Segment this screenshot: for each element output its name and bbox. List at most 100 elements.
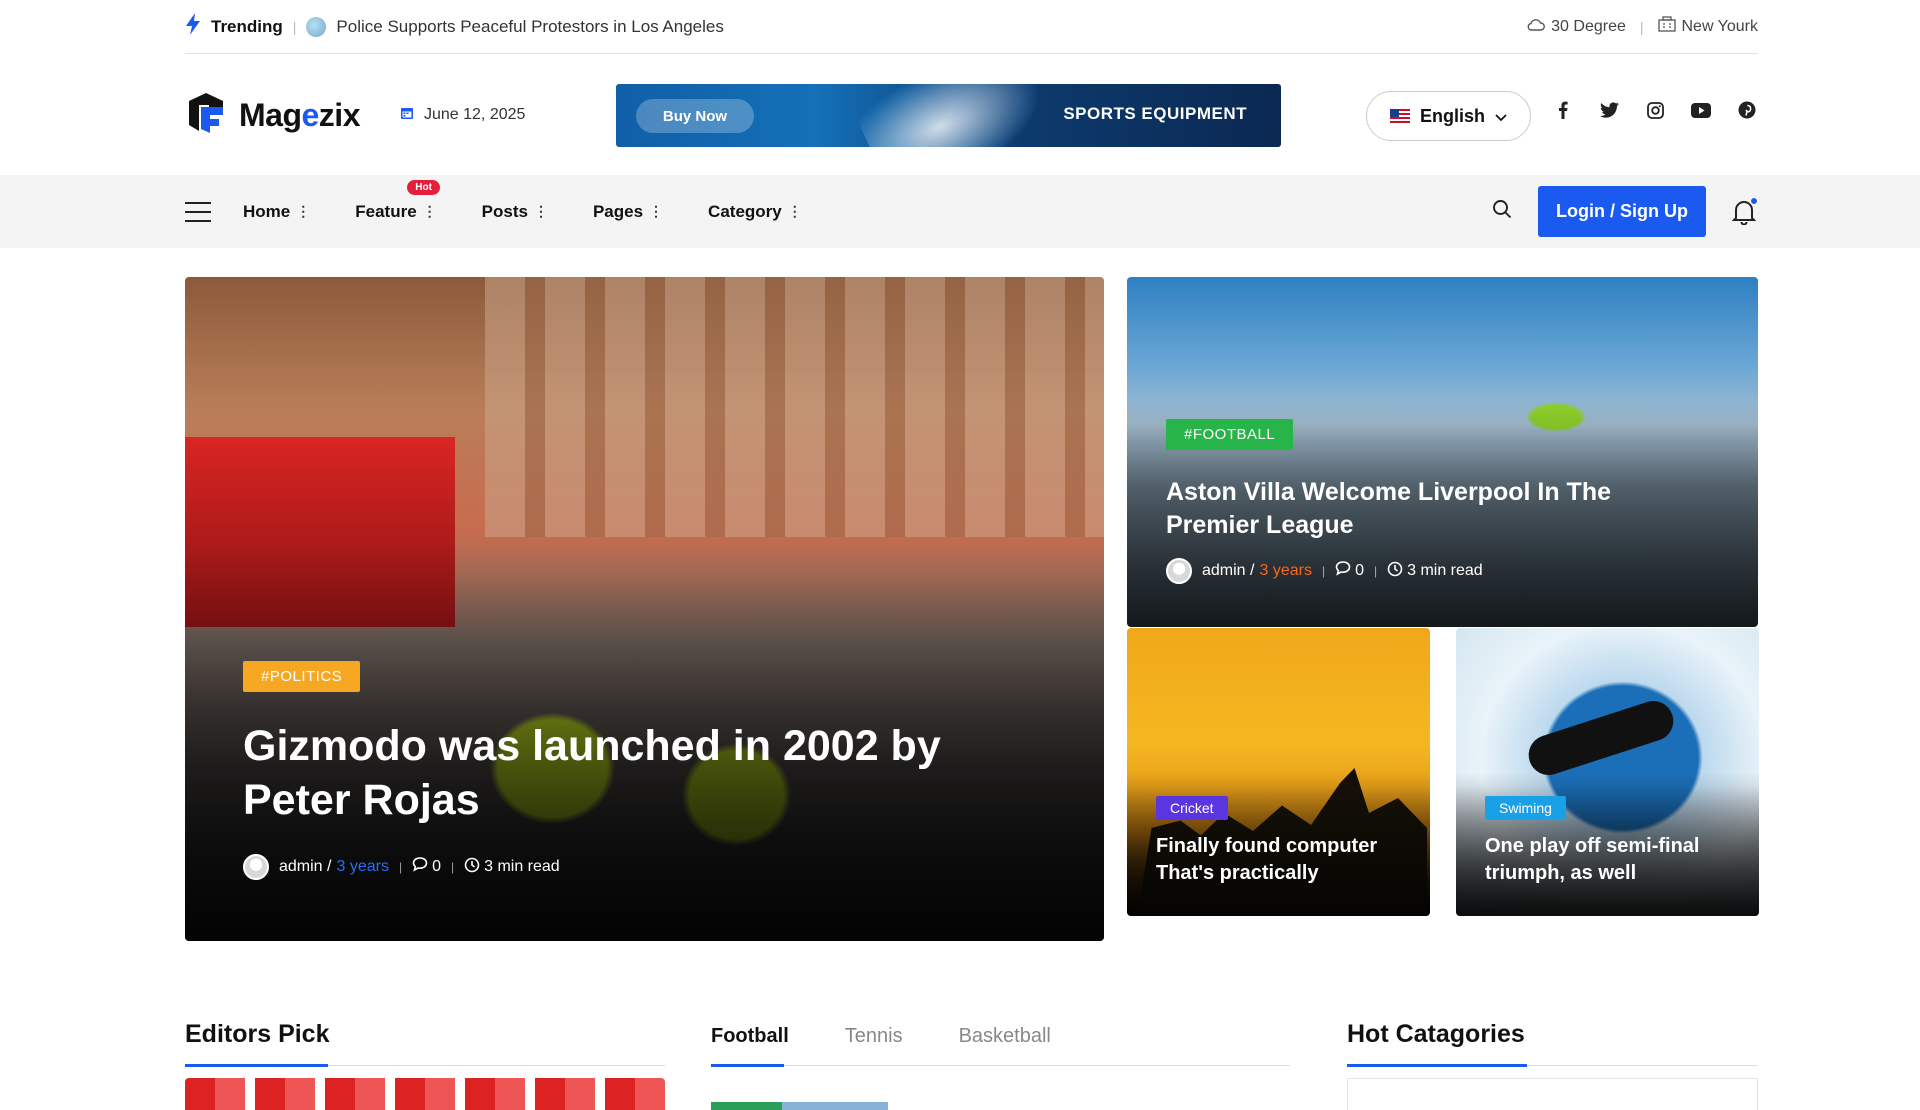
us-flag-icon [1389, 109, 1410, 123]
language-label: English [1419, 105, 1485, 126]
search-icon[interactable] [1492, 199, 1512, 224]
notification-dot [1750, 196, 1758, 205]
divider: | [398, 860, 403, 874]
nav-feature[interactable]: Hot Feature ⋮ [355, 179, 440, 222]
article-card-cricket[interactable]: Cricket Finally found computer That's pr… [1127, 628, 1430, 916]
city-text: New Yourk [1681, 17, 1759, 35]
top-right-info: 30 Degree | New Yourk [1527, 16, 1758, 37]
category-tag-cricket[interactable]: Cricket [1156, 796, 1228, 820]
time-ago: 3 years [336, 858, 389, 875]
comment-count: 0 [1355, 562, 1364, 579]
author-avatar [1166, 558, 1192, 584]
dots-vertical-icon: ⋮ [649, 203, 663, 219]
author-name[interactable]: admin / [279, 858, 331, 876]
tab-football[interactable]: Football [711, 1025, 789, 1048]
article-meta: admin / 3 years | 0 | 3 min read [1166, 558, 1483, 584]
login-signup-button[interactable]: Login / Sign Up [1538, 186, 1706, 237]
nav-feature-label: Feature [355, 201, 417, 221]
cricket-card-title[interactable]: Finally found computer That's practicall… [1156, 833, 1406, 887]
clock-icon [464, 857, 480, 878]
author-name[interactable]: admin / [1202, 562, 1254, 580]
author-avatar [243, 854, 269, 880]
instagram-icon[interactable] [1644, 99, 1666, 121]
tab-active-indicator [711, 1064, 784, 1067]
nav-posts[interactable]: Posts ⋮ [481, 201, 548, 222]
chevron-down-icon [1495, 106, 1507, 127]
category-tag-swiming[interactable]: Swiming [1485, 796, 1566, 820]
trending-thumbnail [306, 16, 327, 37]
editors-pick-heading: Editors Pick [185, 1020, 330, 1048]
hero-main-article[interactable]: #POLITICS Gizmodo was launched in 2002 b… [185, 277, 1104, 941]
read-time: 3 min read [1407, 562, 1483, 579]
date-text: June 12, 2025 [423, 106, 526, 123]
logo-icon [185, 91, 227, 140]
hot-categories-heading: Hot Catagories [1347, 1020, 1525, 1048]
site-logo[interactable]: Magezix [185, 91, 360, 140]
image-overlay [185, 277, 1104, 941]
building-icon [1657, 16, 1676, 37]
trending-bar: Trending | Police Supports Peaceful Prot… [185, 13, 724, 40]
divider: | [450, 860, 455, 874]
hero-top-article[interactable]: #FOOTBALL Aston Villa Welcome Liverpool … [1127, 277, 1758, 627]
sport-tabs: Football Tennis Basketball [711, 1025, 1051, 1048]
nav-pages-label: Pages [592, 201, 644, 221]
cloud-icon [1527, 17, 1546, 36]
language-selector[interactable]: English [1366, 91, 1531, 141]
editors-pick-image[interactable] [185, 1078, 665, 1110]
pinterest-icon[interactable] [1736, 99, 1758, 121]
divider: | [1373, 564, 1378, 578]
bolt-icon [185, 13, 201, 40]
hamburger-menu-icon[interactable] [185, 201, 211, 222]
comment-icon [412, 857, 428, 877]
tab-basketball[interactable]: Basketball [959, 1025, 1051, 1048]
banner-graphic [851, 84, 1061, 147]
hot-category-item[interactable] [1347, 1078, 1758, 1110]
comment-icon [1335, 561, 1351, 581]
nav-actions: Login / Sign Up [1492, 186, 1758, 237]
nav-pages[interactable]: Pages ⋮ [592, 201, 663, 222]
dots-vertical-icon: ⋮ [296, 203, 310, 219]
calendar-icon [400, 106, 414, 125]
logo-text: Magezix [239, 96, 360, 133]
social-links [1552, 99, 1758, 121]
divider: | [1639, 18, 1644, 35]
facebook-icon[interactable] [1552, 99, 1574, 121]
dots-vertical-icon: ⋮ [533, 203, 548, 219]
banner-text: SPORTS EQUIPMENT [1063, 104, 1247, 123]
comment-count: 0 [432, 858, 441, 875]
nav-home-label: Home [243, 201, 291, 221]
buy-now-button[interactable]: Buy Now [636, 99, 754, 133]
main-navbar: Home ⋮ Hot Feature ⋮ Posts ⋮ Pages ⋮ Categor… [0, 175, 1920, 248]
tab-tennis[interactable]: Tennis [845, 1025, 903, 1048]
twitter-icon[interactable] [1598, 99, 1620, 121]
time-ago: 3 years [1259, 562, 1312, 579]
nav-category-label: Category [708, 201, 782, 221]
swimming-card-title[interactable]: One play off semi-final triumph, as well [1485, 833, 1735, 887]
clock-icon [1387, 561, 1403, 582]
ad-banner[interactable]: Buy Now SPORTS EQUIPMENT [616, 84, 1281, 147]
nav-category[interactable]: Category ⋮ [708, 201, 802, 222]
top-bar: Trending | Police Supports Peaceful Prot… [0, 0, 1920, 55]
site-header: Magezix June 12, 2025 Buy Now SPORTS EQU… [185, 55, 1758, 175]
article-card-swimming[interactable]: Swiming One play off semi-final triumph,… [1456, 628, 1759, 916]
nav-home[interactable]: Home ⋮ [243, 201, 310, 222]
trending-headline-link[interactable]: Police Supports Peaceful Protestors in L… [336, 17, 723, 37]
divider: | [292, 18, 297, 35]
category-tag-politics[interactable]: #POLITICS [243, 661, 361, 692]
category-tag-football[interactable]: #FOOTBALL [1166, 419, 1294, 450]
read-time: 3 min read [484, 858, 560, 875]
hero-main-title[interactable]: Gizmodo was launched in 2002 by Peter Ro… [243, 719, 963, 827]
hot-badge: Hot [407, 179, 440, 195]
location: New Yourk [1657, 16, 1759, 37]
nav-posts-label: Posts [481, 201, 528, 221]
section-accent [185, 1064, 328, 1067]
bell-icon[interactable] [1731, 196, 1758, 225]
hero-top-title[interactable]: Aston Villa Welcome Liverpool In The Pre… [1166, 476, 1636, 542]
trending-label: Trending [211, 16, 283, 36]
tabs-divider [711, 1065, 1290, 1066]
tab-article-image[interactable] [711, 1102, 888, 1110]
article-meta: admin / 3 years | 0 | 3 min read [243, 854, 560, 880]
section-accent [1347, 1064, 1527, 1067]
youtube-icon[interactable] [1690, 99, 1712, 121]
current-date: June 12, 2025 [400, 106, 525, 125]
